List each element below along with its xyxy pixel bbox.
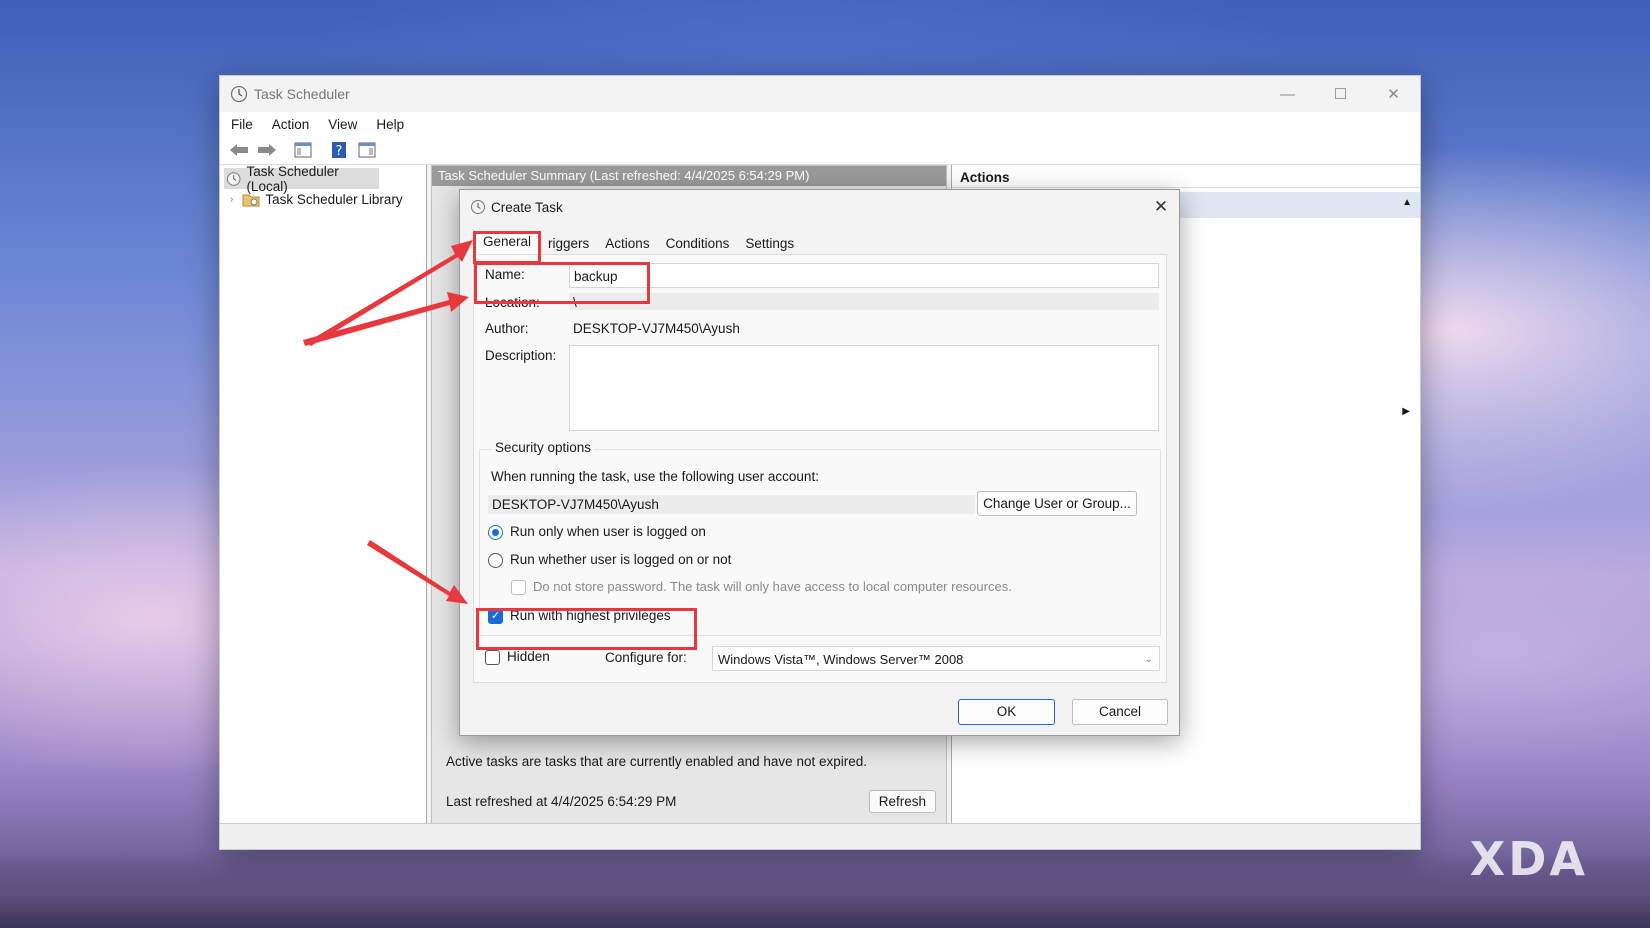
arrow-to-privileges bbox=[367, 540, 468, 604]
annotation-arrows bbox=[303, 240, 473, 604]
